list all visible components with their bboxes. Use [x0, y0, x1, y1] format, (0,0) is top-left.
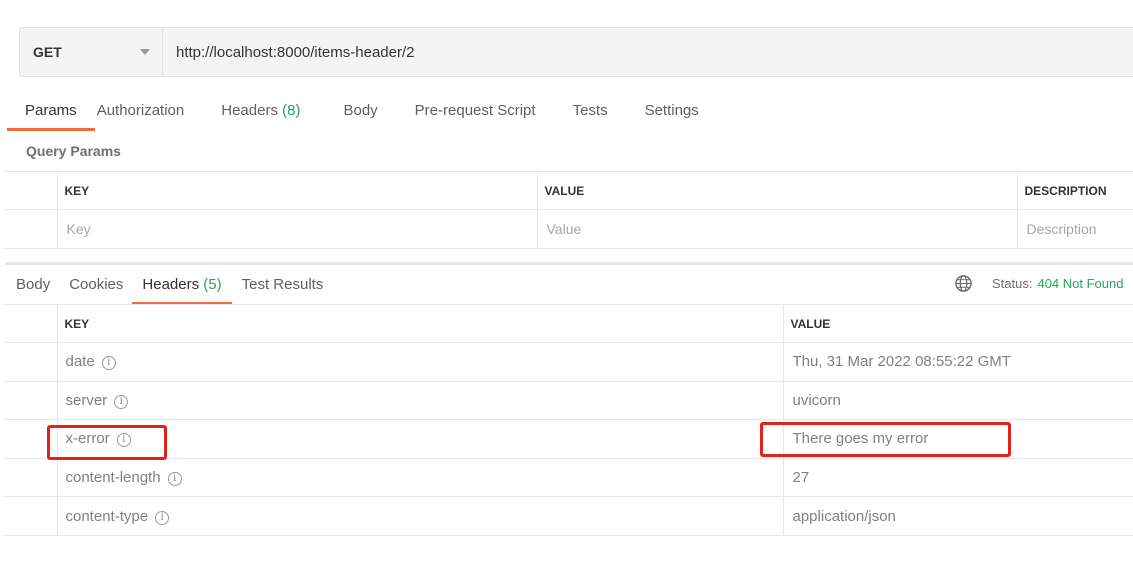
- info-icon[interactable]: i: [167, 472, 182, 487]
- key-input[interactable]: Key: [56, 209, 538, 249]
- tab-label: Pre-request Script: [414, 102, 536, 119]
- method-label: GET: [33, 44, 62, 60]
- table-row: date i Thu, 31 Mar 2022 08:55:22 GMT: [5, 342, 1133, 382]
- column-header-value: VALUE: [536, 171, 1018, 210]
- response-headers-table: KEY VALUE date i Thu, 31 Mar 2022 08:55:2…: [5, 304, 1133, 536]
- tab-body[interactable]: Body: [343, 92, 377, 130]
- table-header-row: KEY VALUE DESCRIPTION: [5, 171, 1133, 210]
- tab-cookies[interactable]: Cookies: [69, 266, 123, 304]
- url-input[interactable]: [163, 28, 1133, 76]
- column-header-key: KEY: [56, 171, 538, 210]
- tab-response-body[interactable]: Body: [16, 266, 50, 304]
- tab-label: Body: [343, 102, 378, 119]
- row-handle-cell: [5, 171, 58, 210]
- header-key-cell: date i: [56, 342, 784, 382]
- tab-label: Params: [25, 102, 77, 119]
- tab-count-badge: (5): [203, 276, 222, 293]
- tab-label: Headers: [142, 276, 200, 293]
- value-input[interactable]: Value: [536, 209, 1018, 249]
- header-key: x-error: [65, 430, 110, 448]
- column-header-value: VALUE: [782, 304, 1133, 343]
- tab-pre-request-script[interactable]: Pre-request Script: [415, 92, 536, 130]
- row-handle-cell: [5, 419, 58, 459]
- header-key: content-type: [65, 507, 149, 525]
- tab-headers[interactable]: Headers (8): [221, 92, 300, 130]
- tab-label: Body: [16, 276, 51, 293]
- header-value: application/json: [782, 496, 1133, 536]
- row-handle-cell: [5, 496, 58, 536]
- header-key-cell: content-length i: [56, 457, 784, 498]
- row-handle-cell: [5, 209, 58, 249]
- status-label: Status:: [992, 276, 1033, 291]
- info-icon[interactable]: i: [101, 356, 116, 371]
- header-value: Thu, 31 Mar 2022 08:55:22 GMT: [782, 342, 1133, 382]
- tab-response-headers[interactable]: Headers (5): [132, 266, 232, 305]
- request-tabs: Params Authorization Headers (8) Body Pr…: [7, 92, 699, 131]
- globe-icon[interactable]: [954, 274, 973, 293]
- tab-label: Headers: [221, 102, 278, 119]
- tab-tests[interactable]: Tests: [573, 92, 608, 130]
- row-handle-cell: [5, 457, 58, 498]
- tab-authorization[interactable]: Authorization: [97, 92, 185, 130]
- info-icon[interactable]: i: [155, 510, 170, 525]
- response-tabs: Body Cookies Headers (5) Test Results: [16, 266, 324, 305]
- table-row: Key Value Description: [5, 209, 1133, 249]
- row-handle-cell: [5, 342, 58, 382]
- tab-count-badge: (8): [282, 102, 301, 119]
- tab-label: Cookies: [69, 276, 124, 293]
- tab-label: Tests: [572, 102, 608, 119]
- pane-divider[interactable]: [5, 262, 1133, 265]
- row-handle-cell: [5, 304, 58, 343]
- status-badge: 404 Not Found: [1037, 276, 1124, 291]
- header-key: server: [65, 391, 108, 409]
- request-url-bar: GET: [19, 27, 1133, 77]
- info-icon[interactable]: i: [116, 433, 131, 448]
- tab-label: Authorization: [96, 102, 185, 119]
- header-key: date: [65, 353, 95, 371]
- header-value: uvicorn: [782, 380, 1133, 421]
- tab-label: Test Results: [241, 276, 324, 293]
- header-key-cell: content-type i: [56, 496, 784, 536]
- header-value: 27: [782, 457, 1133, 498]
- column-header-key: KEY: [56, 304, 784, 343]
- table-row: server i uvicorn: [5, 380, 1133, 421]
- column-header-description: DESCRIPTION: [1016, 171, 1133, 210]
- row-handle-cell: [5, 380, 58, 421]
- tab-settings[interactable]: Settings: [645, 92, 699, 130]
- table-row: x-error i There goes my error: [5, 419, 1133, 459]
- tab-label: Settings: [644, 102, 699, 119]
- info-icon[interactable]: i: [114, 394, 129, 409]
- tab-params[interactable]: Params: [7, 92, 95, 131]
- header-value: There goes my error: [782, 419, 1133, 459]
- table-row: content-length i 27: [5, 457, 1133, 498]
- method-selector[interactable]: GET: [20, 28, 163, 76]
- description-input[interactable]: Description: [1016, 209, 1133, 249]
- response-status: Status: 404 Not Found: [954, 274, 1123, 293]
- query-params-table: KEY VALUE DESCRIPTION Key Value Descript…: [5, 171, 1133, 249]
- header-key-cell: server i: [56, 380, 784, 421]
- table-header-row: KEY VALUE: [5, 304, 1133, 343]
- chevron-down-icon: [140, 49, 150, 55]
- header-key-cell: x-error i: [56, 419, 784, 459]
- table-row: content-type i application/json: [5, 496, 1133, 536]
- tab-test-results[interactable]: Test Results: [242, 266, 324, 304]
- header-key: content-length: [65, 469, 161, 487]
- query-params-title: Query Params: [26, 143, 121, 159]
